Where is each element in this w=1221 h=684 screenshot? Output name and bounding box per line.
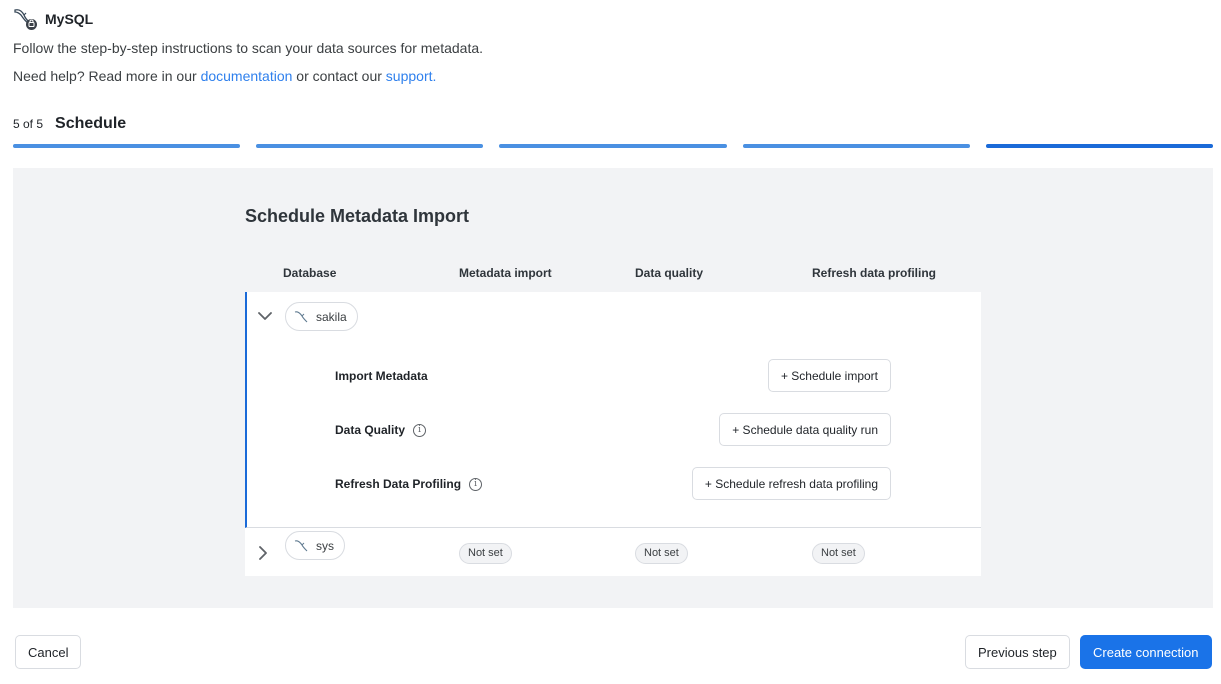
refresh-profiling-text: Refresh Data Profiling	[335, 477, 462, 491]
database-name: sys	[316, 538, 334, 553]
stepper-progress	[13, 144, 1214, 148]
panel-title: Schedule Metadata Import	[245, 206, 470, 226]
step-bar-4	[742, 144, 970, 148]
documentation-link[interactable]: documentation	[201, 68, 293, 84]
mysql-dolphin-icon	[13, 6, 39, 32]
page-subtitle: Follow the step-by-step instructions to …	[13, 40, 484, 56]
chevron-right-icon[interactable]	[253, 543, 273, 563]
support-link[interactable]: support.	[386, 68, 437, 84]
help-text: Need help? Read more in our documentatio…	[13, 67, 1213, 85]
app-title: MySQL	[45, 11, 94, 27]
chevron-down-icon[interactable]	[255, 306, 275, 326]
mysql-dolphin-icon	[294, 539, 308, 551]
column-header-refresh-profiling: Refresh data profiling	[812, 266, 937, 280]
database-chip-sys: sys	[285, 531, 345, 560]
table-row-sakila: sakila Import Metadata + Schedule import…	[245, 292, 981, 528]
table-header: Database Metadata import Data quality Re…	[245, 266, 981, 286]
step-bar-3	[499, 144, 727, 148]
metadata-import-status-badge: Not set	[459, 543, 512, 564]
mysql-dolphin-icon	[294, 310, 308, 322]
schedule-table: sakila Import Metadata + Schedule import…	[245, 292, 981, 576]
info-icon[interactable]: i	[413, 423, 427, 437]
import-metadata-label: Import Metadata	[335, 369, 428, 383]
help-middle: or contact our	[292, 68, 386, 84]
step-name: Schedule	[55, 115, 127, 132]
step-bar-2	[256, 144, 484, 148]
title-row: MySQL	[13, 6, 1213, 32]
page-header: MySQL Follow the step-by-step instructio…	[13, 6, 1213, 85]
table-row-sys: sys Not set Not set Not set	[245, 529, 981, 576]
import-metadata-text: Import Metadata	[335, 369, 428, 383]
data-quality-label: Data Quality i	[335, 423, 427, 437]
schedule-import-button[interactable]: + Schedule import	[767, 359, 891, 392]
data-quality-text: Data Quality	[335, 423, 406, 437]
database-name: sakila	[316, 309, 347, 324]
create-connection-button[interactable]: Create connection	[1080, 635, 1212, 669]
refresh-profiling-label: Refresh Data Profiling i	[335, 477, 483, 491]
schedule-refresh-profiling-button[interactable]: + Schedule refresh data profiling	[691, 467, 891, 500]
help-prefix: Need help? Read more in our	[13, 68, 201, 84]
schedule-panel: Schedule Metadata Import Database Metada…	[13, 168, 1213, 608]
step-count: 5 of 5	[13, 117, 44, 131]
stepper-label: 5 of 5 Schedule	[13, 115, 126, 133]
previous-step-button[interactable]: Previous step	[965, 635, 1070, 669]
step-bar-1	[13, 144, 241, 148]
data-quality-status-badge: Not set	[635, 543, 688, 564]
refresh-profiling-status-badge: Not set	[812, 543, 865, 564]
database-chip-sakila: sakila	[285, 302, 358, 331]
column-header-data-quality: Data quality	[635, 266, 704, 280]
cancel-button[interactable]: Cancel	[15, 635, 82, 669]
schedule-data-quality-button[interactable]: + Schedule data quality run	[719, 413, 891, 446]
step-bar-5	[985, 144, 1214, 148]
info-icon[interactable]: i	[469, 477, 483, 491]
column-header-metadata-import: Metadata import	[459, 266, 552, 280]
column-header-database: Database	[283, 266, 337, 280]
